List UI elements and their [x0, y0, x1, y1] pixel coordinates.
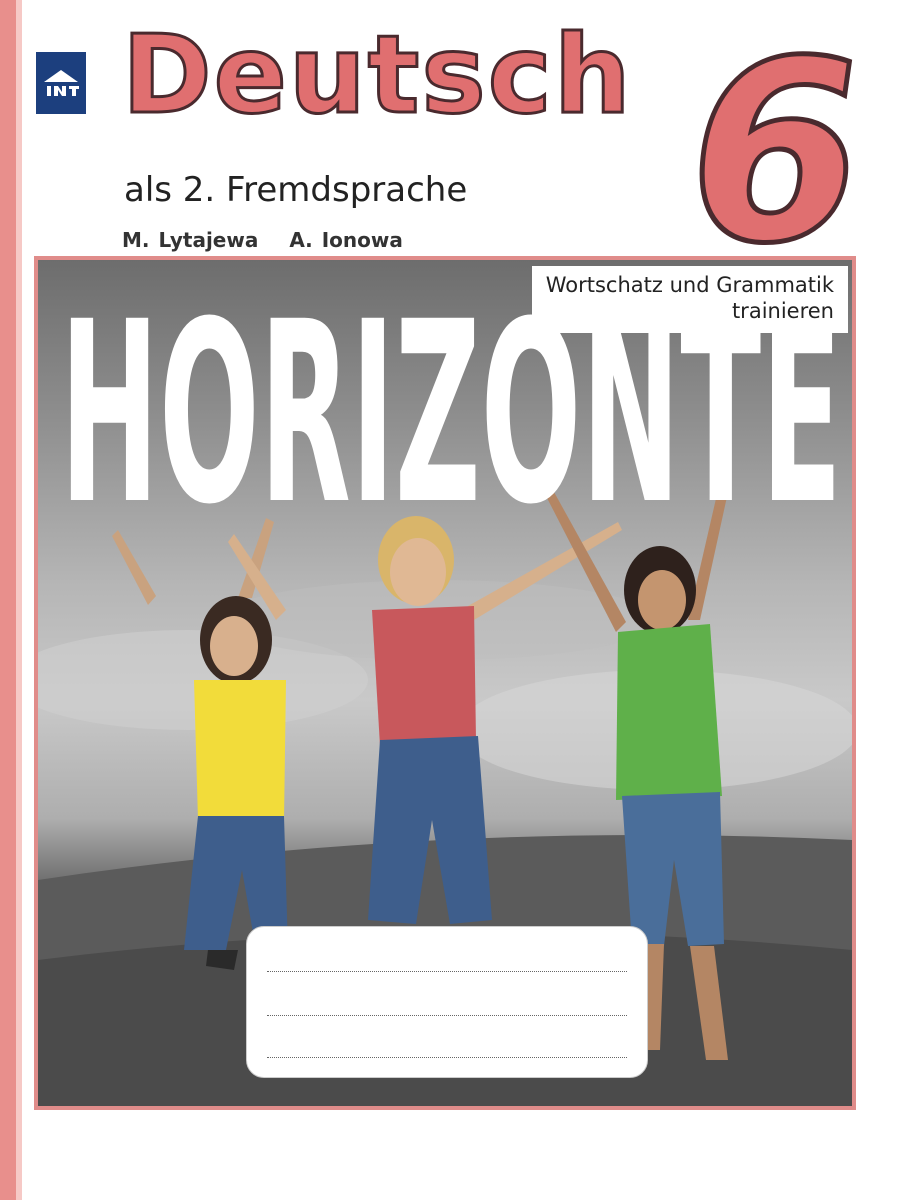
name-line[interactable] [267, 1015, 627, 1016]
series-subtitle-line-2: trainieren [731, 299, 834, 324]
authors: M. Lytajewa A. Ionowa [122, 228, 403, 252]
author-1: M. Lytajewa [122, 228, 259, 252]
author-2: A. Ionowa [289, 228, 403, 252]
book-spine [0, 0, 16, 1200]
book-title: Deutsch [121, 13, 633, 138]
publisher-logo [36, 52, 86, 114]
owner-name-field[interactable] [246, 926, 648, 1078]
series-subtitle-line-1: Wortschatz und Grammatik [545, 273, 834, 297]
book-subtitle: als 2. Fremdsprache [124, 170, 468, 210]
cover-photo: HORIZONTE Wortschatz und Grammatik train… [38, 260, 852, 1106]
cover-photo-frame: HORIZONTE Wortschatz und Grammatik train… [34, 256, 856, 1110]
series-subtitle-box: Wortschatz und Grammatik trainieren [531, 266, 848, 333]
name-line[interactable] [267, 971, 627, 972]
book-spine-edge [16, 0, 22, 1200]
name-line[interactable] [267, 1057, 627, 1058]
grade-number: 6 [665, 5, 885, 301]
